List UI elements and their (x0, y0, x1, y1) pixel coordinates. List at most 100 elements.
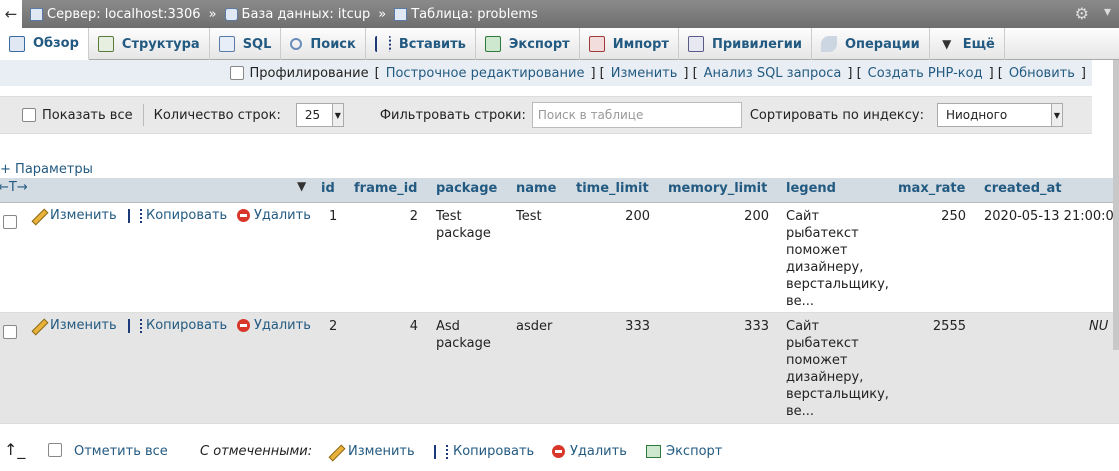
show-all-checkbox[interactable] (22, 108, 36, 122)
cell-memory-limit[interactable]: 200 (668, 208, 769, 225)
breadcrumb-table[interactable]: Таблица: problems (411, 7, 538, 22)
column-header-legend[interactable]: legend (786, 181, 836, 196)
breadcrumb-bar: ← Сервер: localhost:3306 » База данных: … (0, 0, 1119, 28)
query-actions-bar: Профилирование [Построчное редактировани… (0, 60, 1092, 86)
cell-package[interactable]: Test package (436, 208, 491, 242)
tab-search[interactable]: Поиск (281, 28, 366, 60)
row-edit-link[interactable]: Изменить (32, 318, 117, 333)
gear-icon[interactable]: ⚙ (1075, 4, 1089, 23)
column-header-id[interactable]: id (321, 181, 335, 196)
browse-icon (9, 35, 25, 52)
column-header-memory-limit[interactable]: memory_limit (668, 181, 767, 196)
cell-time-limit[interactable]: 333 (576, 318, 650, 335)
check-all-checkbox[interactable] (48, 443, 62, 457)
copy-icon (128, 318, 142, 333)
tab-import[interactable]: Импорт (580, 28, 679, 60)
sort-arrow-icon[interactable]: ▼ (297, 179, 306, 193)
filter-search-input[interactable]: Поиск в таблице (531, 102, 742, 128)
options-label: Параметры (15, 162, 93, 177)
profiling-checkbox[interactable] (229, 66, 244, 80)
column-header-frame-id[interactable]: frame_id (354, 181, 417, 196)
row-checkbox[interactable] (3, 215, 17, 229)
bulk-edit-button[interactable]: Изменить (329, 444, 415, 459)
options-toggle[interactable]: + Параметры (0, 162, 93, 177)
row-copy-label: Копировать (146, 318, 228, 333)
insert-icon (374, 36, 391, 52)
export-icon (484, 36, 501, 52)
tab-privileges[interactable]: Привилегии (679, 28, 812, 60)
cell-max-rate[interactable]: 2555 (898, 318, 966, 335)
copy-icon (128, 208, 142, 223)
show-all-label[interactable]: Показать все (42, 108, 133, 123)
cell-id[interactable]: 2 (329, 318, 337, 335)
cell-legend[interactable]: Сайт рыбатекст поможет дизайнеру, верста… (786, 208, 889, 310)
legend-line: рыбатекст (786, 336, 859, 351)
cell-name[interactable]: asder (516, 318, 552, 335)
cell-legend[interactable]: Сайт рыбатекст поможет дизайнеру, верста… (786, 318, 889, 420)
tab-label: Привилегии (711, 36, 802, 52)
tab-label: Обзор (33, 36, 79, 51)
row-checkbox[interactable] (3, 325, 17, 339)
breadcrumb-server[interactable]: Сервер: localhost:3306 (47, 7, 201, 22)
cell-package[interactable]: Asd package (436, 318, 491, 352)
row-delete-link[interactable]: Удалить (237, 318, 311, 333)
pencil-icon (32, 209, 46, 223)
explain-sql-link[interactable]: Анализ SQL запроса (704, 66, 842, 81)
cell-memory-limit[interactable]: 333 (668, 318, 769, 335)
tab-browse[interactable]: Обзор (0, 28, 89, 60)
legend-line: Сайт (786, 209, 820, 224)
column-header-name[interactable]: name (516, 181, 556, 196)
edit-query-link[interactable]: Изменить (611, 66, 678, 81)
breadcrumb-database[interactable]: База данных: itcup (242, 7, 371, 22)
legend-line: верстальщику, (786, 277, 889, 292)
rows-count-label: Количество строк: (153, 107, 281, 123)
tab-more[interactable]: ▼ Ещё (930, 28, 1005, 60)
sort-index-label: Сортировать по индексу: (749, 107, 924, 123)
tab-sql[interactable]: SQL (210, 28, 282, 60)
delete-icon (237, 209, 250, 222)
privileges-icon (687, 36, 704, 52)
row-copy-link[interactable]: Копировать (128, 208, 227, 223)
column-header-created-at[interactable]: created_at (984, 181, 1062, 196)
collapse-arrow-icon[interactable]: ▾ (1104, 4, 1111, 20)
package-line: Test (436, 209, 462, 224)
delete-icon (237, 319, 250, 332)
vertical-scrollbar[interactable] (1113, 60, 1119, 350)
back-arrow-icon[interactable]: ← (0, 0, 22, 28)
tab-structure[interactable]: Структура (89, 28, 210, 60)
tab-insert[interactable]: Вставить (366, 28, 476, 60)
bulk-export-button[interactable]: Экспорт (646, 444, 722, 459)
refresh-link[interactable]: Обновить (1009, 66, 1075, 81)
cell-created-at[interactable]: 2020-05-13 21:00:0 (984, 208, 1114, 225)
table-row: Изменить Копировать Удалить 2 4 Asd pack… (0, 313, 1119, 424)
plus-icon: + (0, 162, 11, 177)
cell-time-limit[interactable]: 200 (576, 208, 650, 225)
row-edit-label: Изменить (50, 208, 117, 223)
cell-name[interactable]: Test (516, 208, 542, 225)
row-edit-link[interactable]: Изменить (32, 208, 117, 223)
cell-frame-id[interactable]: 2 (354, 208, 418, 225)
bulk-delete-button[interactable]: Удалить (552, 444, 627, 459)
column-header-time-limit[interactable]: time_limit (576, 181, 649, 196)
row-delete-label: Удалить (254, 208, 311, 223)
legend-line: ве... (786, 404, 815, 419)
column-resize-arrows-icon[interactable]: ←T→ (0, 180, 28, 195)
column-header-package[interactable]: package (436, 181, 497, 196)
row-delete-link[interactable]: Удалить (237, 208, 311, 223)
tab-operations[interactable]: Операции (812, 28, 930, 60)
cell-frame-id[interactable]: 4 (354, 318, 418, 335)
tab-label: Импорт (612, 36, 669, 52)
check-all-label[interactable]: Отметить все (74, 444, 168, 459)
cell-max-rate[interactable]: 250 (898, 208, 966, 225)
cell-created-at[interactable]: NU (1089, 318, 1108, 335)
tab-export[interactable]: Экспорт (476, 28, 580, 60)
row-copy-link[interactable]: Копировать (128, 318, 227, 333)
column-header-max-rate[interactable]: max_rate (898, 181, 965, 196)
rows-count-select[interactable]: 25 ▼ (295, 103, 344, 127)
cell-id[interactable]: 1 (329, 208, 337, 225)
tab-label: Операции (844, 36, 920, 52)
sort-index-select[interactable]: Ниодного ▼ (936, 103, 1063, 127)
inline-edit-link[interactable]: Построчное редактирование (386, 66, 585, 81)
bulk-copy-button[interactable]: Копировать (434, 444, 534, 459)
create-php-code-link[interactable]: Создать PHP-код (868, 66, 983, 81)
